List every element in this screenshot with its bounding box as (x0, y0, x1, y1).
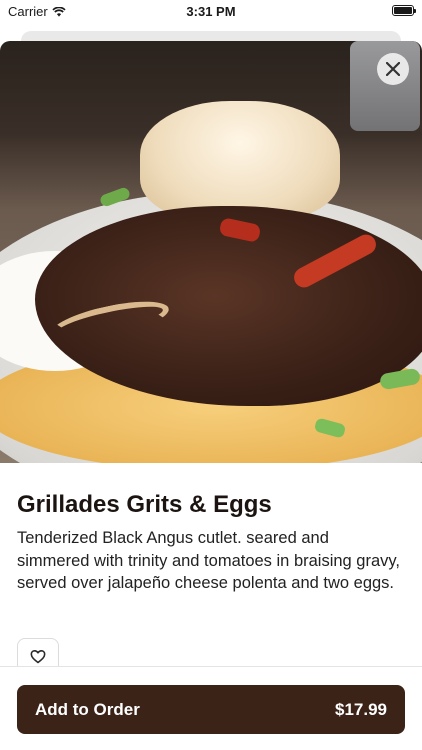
item-title: Grillades Grits & Eggs (17, 491, 272, 518)
add-to-order-button[interactable]: Add to Order $17.99 (17, 685, 405, 734)
battery-icon (392, 5, 416, 16)
order-price: $17.99 (335, 699, 387, 719)
status-bar: Carrier 3:31 PM (0, 0, 422, 22)
add-to-order-label: Add to Order (35, 699, 140, 719)
heart-outline-icon (30, 649, 46, 663)
close-icon (386, 62, 400, 76)
item-details: Grillades Grits & Eggs Tenderized Black … (0, 463, 422, 595)
item-photo (0, 41, 422, 463)
status-time: 3:31 PM (186, 4, 236, 19)
close-button[interactable] (377, 53, 409, 85)
item-description: Tenderized Black Angus cutlet. seared an… (17, 529, 401, 592)
